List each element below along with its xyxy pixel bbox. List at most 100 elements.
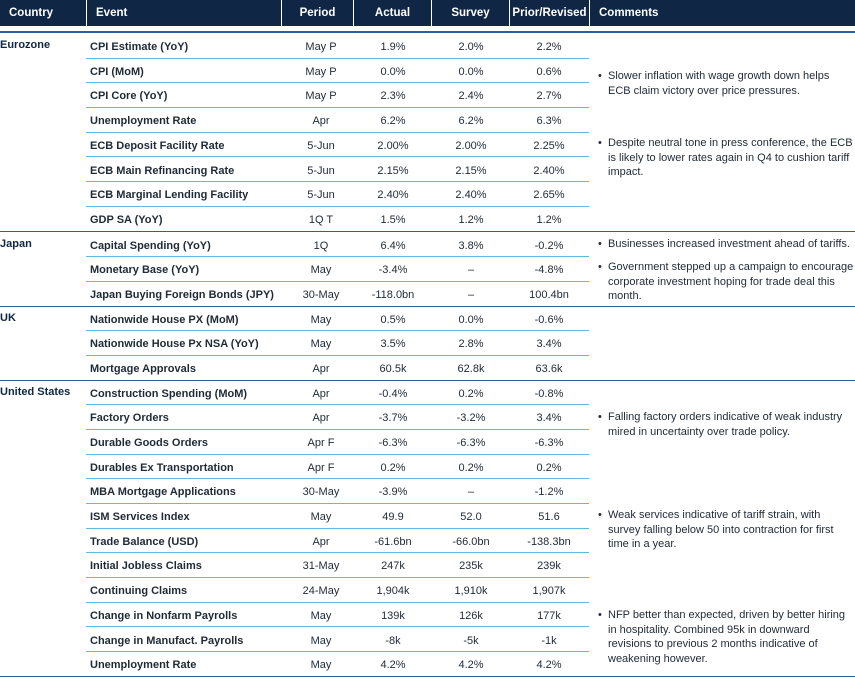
table-row[interactable]: ISM Services Index May 49.9 52.0 51.6 — [86, 504, 589, 529]
event-cell: Unemployment Rate — [90, 659, 197, 672]
table-row[interactable]: MBA Mortgage Applications 30-May -3.9% – -1.… — [86, 479, 589, 504]
event-cell: Nationwide House Px NSA (YoY) — [90, 338, 259, 351]
prior-cell: -138.3bn — [527, 535, 571, 548]
actual-cell: 49.9 — [382, 511, 404, 523]
comment-text: Weak services indicative of tariff strai… — [608, 509, 834, 550]
actual-cell: -3.4% — [378, 264, 408, 277]
event-cell: CPI Estimate (YoY) — [90, 41, 189, 53]
prior-cell: 177k — [537, 609, 561, 622]
table-row[interactable]: Unemployment Rate Apr 6.2% 6.2% 6.3% — [86, 108, 589, 133]
table-row[interactable]: Construction Spending (MoM) Apr -0.4% 0.2% -… — [86, 381, 589, 406]
period-cell: May — [310, 634, 332, 647]
survey-cell: 126k — [459, 609, 483, 622]
table-row[interactable]: GDP SA (YoY) 1Q T 1.5% 1.2% 1.2% — [86, 207, 589, 232]
survey-cell: 2.8% — [458, 338, 484, 351]
prior-cell: 0.6% — [536, 65, 562, 78]
event-cell: Change in Nonfarm Payrolls — [90, 609, 238, 622]
event-cell: CPI Core (YoY) — [90, 90, 168, 103]
survey-cell: 3.8% — [458, 239, 484, 252]
table-row[interactable]: Japan Buying Foreign Bonds (JPY) 30-May -1… — [86, 282, 589, 307]
actual-cell: 1,904k — [376, 585, 410, 598]
event-cell: Durable Goods Orders — [90, 436, 208, 449]
table-header: Country Event Period Actual Survey Prior… — [0, 0, 855, 26]
header-period[interactable]: Period — [281, 0, 353, 26]
table-row[interactable]: ECB Main Refinancing Rate 5-Jun 2.15% 2.15%… — [86, 158, 589, 183]
period-cell: Apr — [312, 535, 330, 548]
table-row[interactable]: Mortgage Approvals Apr 60.5k 62.8k 63.6k — [86, 356, 589, 381]
table-row[interactable]: ECB Deposit Facility Rate 5-Jun 2.00% 2.00%… — [86, 133, 589, 158]
table-row[interactable]: Unemployment Rate May 4.2% 4.2% 4.2% — [86, 652, 589, 677]
bullet-icon: • — [598, 411, 602, 423]
table-row[interactable]: CPI Core (YoY) May P 2.3% 2.4% 2.7% — [86, 83, 589, 109]
period-cell: May P — [305, 90, 337, 103]
prior-cell: -1.2% — [534, 486, 564, 499]
survey-cell: -66.0bn — [452, 535, 490, 548]
period-cell: May — [310, 313, 332, 326]
prior-cell: -4.8% — [534, 264, 564, 277]
table-row[interactable]: Change in Manufact. Payrolls May -8k -5k -1k — [86, 628, 589, 653]
survey-cell: -3.2% — [456, 412, 486, 425]
table-row[interactable]: Nationwide House PX (MoM) May 0.5% 0.0% -0.6… — [86, 307, 589, 332]
comment-text: Despite neutral tone in press conference… — [608, 137, 853, 178]
header-actual[interactable]: Actual — [353, 0, 431, 26]
actual-cell: 2.15% — [377, 164, 409, 177]
survey-cell: 52.0 — [460, 511, 482, 523]
header-survey[interactable]: Survey — [431, 0, 509, 26]
prior-cell: 2.65% — [533, 189, 565, 202]
event-cell: Unemployment Rate — [90, 115, 197, 128]
prior-cell: 4.2% — [536, 659, 562, 672]
country-label: Eurozone — [0, 39, 51, 51]
table-row[interactable]: Initial Jobless Claims 31-May 247k 235k 239k — [86, 553, 589, 579]
table-row[interactable]: Monetary Base (YoY) May -3.4% – -4.8% — [86, 257, 589, 282]
header-event[interactable]: Event — [86, 0, 281, 26]
block-separator — [0, 676, 855, 678]
survey-cell: 6.2% — [458, 115, 484, 128]
table-row[interactable]: Change in Nonfarm Payrolls May 139k 126k 177… — [86, 603, 589, 628]
period-cell: Apr — [312, 115, 330, 128]
period-cell: Apr F — [307, 436, 335, 449]
actual-cell: -61.6bn — [374, 535, 412, 548]
table-row[interactable]: Factory Orders Apr -3.7% -3.2% 3.4% — [86, 405, 589, 430]
event-cell: Factory Orders — [90, 412, 169, 425]
table-row[interactable]: Capital Spending (YoY) 1Q 6.4% 3.8% -0.2% — [86, 233, 589, 258]
table-row[interactable]: Durables Ex Transportation Apr F 0.2% 0.2% 0… — [86, 455, 589, 480]
table-row[interactable]: Continuing Claims 24-May 1,904k 1,910k 1,907… — [86, 578, 589, 603]
survey-cell: 2.0% — [458, 41, 484, 53]
comment-text: Falling factory orders indicative of wea… — [608, 411, 843, 438]
prior-cell: 0.2% — [536, 461, 562, 474]
bullet-icon: • — [598, 261, 602, 273]
actual-cell: 2.40% — [377, 189, 409, 202]
country-label: UK — [0, 311, 16, 324]
period-cell: 1Q — [313, 239, 329, 252]
period-cell: Apr — [312, 387, 330, 400]
prior-cell: 3.4% — [536, 338, 562, 351]
event-cell: CPI (MoM) — [90, 65, 144, 78]
table-top-rule — [0, 31, 855, 33]
survey-cell: 2.40% — [455, 189, 487, 202]
period-cell: May P — [305, 65, 337, 78]
header-comments[interactable]: Comments — [589, 0, 855, 26]
event-cell: Monetary Base (YoY) — [90, 264, 200, 277]
event-cell: Change in Manufact. Payrolls — [90, 634, 244, 647]
period-cell: 30-May — [302, 486, 340, 499]
actual-cell: 60.5k — [379, 362, 407, 375]
event-cell: Construction Spending (MoM) — [90, 387, 248, 400]
header-country[interactable]: Country — [0, 0, 86, 26]
bullet-icon: • — [598, 509, 602, 521]
table-row[interactable]: CPI Estimate (YoY) May P 1.9% 2.0% 2.2% — [86, 34, 589, 59]
prior-cell: -0.8% — [534, 387, 564, 400]
table-row[interactable]: ECB Marginal Lending Facility 5-Jun 2.40% 2… — [86, 182, 589, 207]
period-cell: Apr F — [307, 461, 335, 474]
table-row[interactable]: CPI (MoM) May P 0.0% 0.0% 0.6% — [86, 59, 589, 84]
table-row[interactable]: Durable Goods Orders Apr F -6.3% -6.3% -6.3% — [86, 430, 589, 455]
header-prior[interactable]: Prior/Revised — [509, 0, 589, 26]
table-row[interactable]: Nationwide House Px NSA (YoY) May 3.5% 2.8%… — [86, 331, 589, 356]
prior-cell: 2.40% — [533, 164, 565, 177]
actual-cell: 139k — [381, 609, 405, 622]
table-row[interactable]: Trade Balance (USD) Apr -61.6bn -66.0bn -138… — [86, 529, 589, 554]
survey-cell: – — [467, 486, 475, 499]
period-cell: May P — [305, 41, 337, 53]
comment-bullet: • Despite neutral tone in press conferenc… — [598, 136, 855, 180]
event-cell: GDP SA (YoY) — [90, 213, 163, 226]
country-label: United States — [0, 385, 71, 398]
